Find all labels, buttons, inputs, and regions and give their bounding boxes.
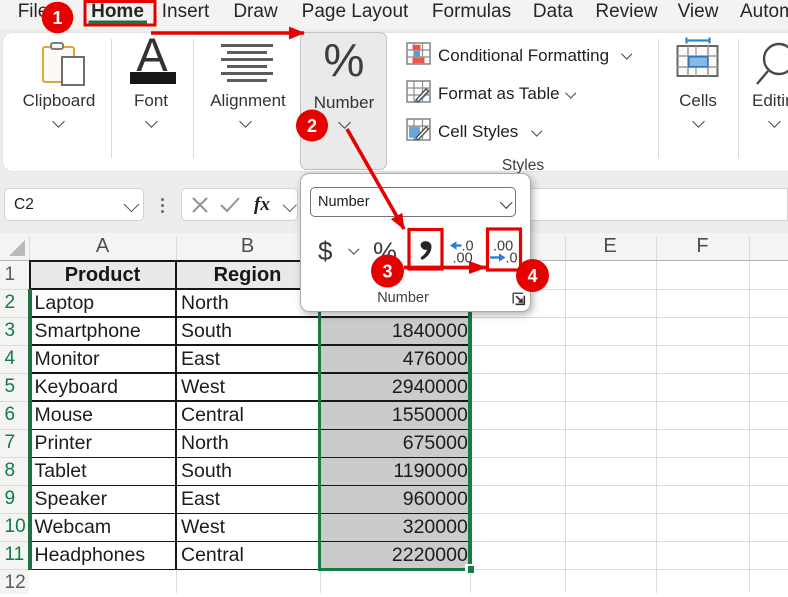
svg-text:3: 3 xyxy=(382,262,392,282)
svg-text:1: 1 xyxy=(52,8,62,28)
svg-text:2: 2 xyxy=(307,116,317,136)
svg-text:4: 4 xyxy=(527,266,537,286)
